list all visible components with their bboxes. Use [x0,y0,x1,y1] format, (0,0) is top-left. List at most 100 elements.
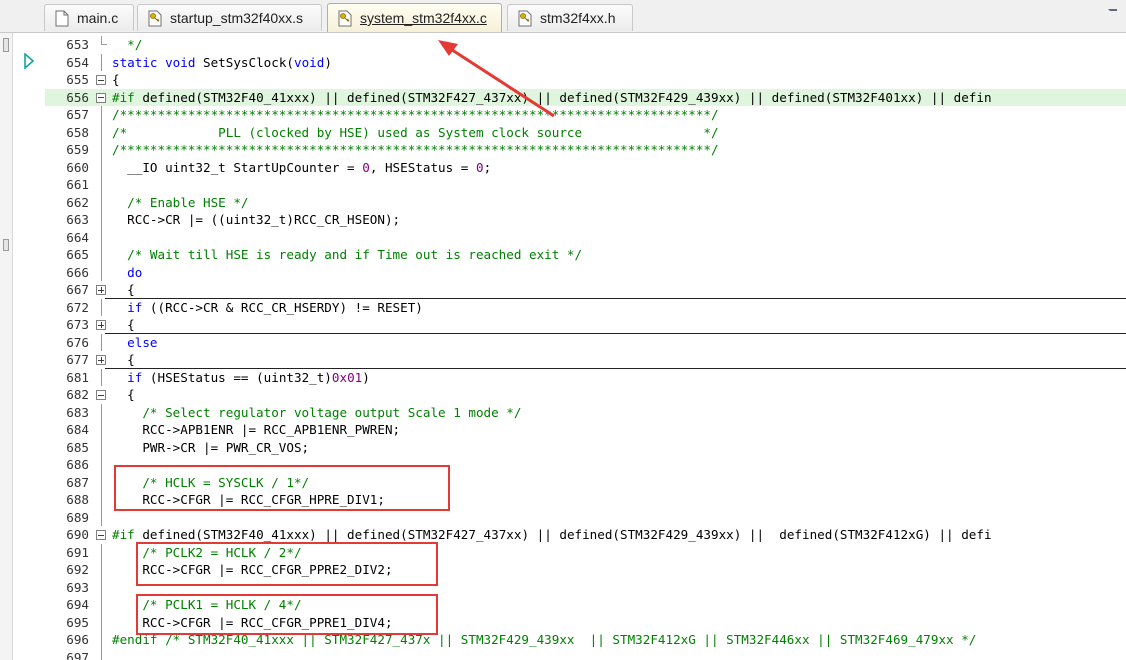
line-number: 682 [66,387,89,402]
margin-marker [3,239,9,251]
c-file-icon [338,10,352,26]
code-line[interactable]: 697 [45,648,1126,660]
code-token: , HSEStatus = [369,159,476,175]
tab-stm32f4xx-h[interactable]: stm32f4xx.h [507,4,633,31]
code-token: 0 [475,159,484,175]
fold-guide [101,648,102,660]
line-number: 653 [66,37,89,52]
tab-startup-s[interactable]: startup_stm32f40xx.s [137,4,322,31]
code-line[interactable]: 667 { [45,281,1126,299]
collapse-fold-icon[interactable] [96,75,106,85]
code-line[interactable]: 690 #if defined(STM32F40_41xxx) || define… [45,526,1126,544]
code-line[interactable]: 654 static void SetSysClock(void) [45,53,1126,71]
code-line[interactable]: 684 RCC->APB1ENR |= RCC_APB1ENR_PWREN; [45,421,1126,439]
collapse-fold-icon[interactable] [96,390,106,400]
code-token: /* Enable HSE */ [112,194,249,210]
code-line[interactable]: 685 PWR->CR |= PWR_CR_VOS; [45,438,1126,457]
code-text: RCC->APB1ENR |= RCC_APB1ENR_PWREN; [112,421,400,439]
expand-fold-icon[interactable] [96,285,106,295]
code-line[interactable]: 676 else [45,333,1126,351]
code-token: 0 [362,159,370,175]
code-text: /* PLL (clocked by HSE) used as System c… [112,124,719,142]
code-line[interactable]: 664 [45,228,1126,246]
code-token: do [112,264,143,280]
code-token: /* Wait till HSE is ready and if Time ou… [112,247,583,262]
fold-guide [101,596,102,614]
collapse-fold-icon[interactable] [96,92,106,103]
code-line[interactable]: 663 RCC->CR |= ((uint32_t)RCC_CR_HSEON); [45,211,1126,229]
fold-guide [101,421,102,439]
tab-main-c[interactable]: main.c [44,4,134,31]
code-text: if (HSEStatus == (uint32_t)0x01) [112,369,370,387]
code-token: 0x01 [331,369,363,385]
code-line[interactable]: 658 /* PLL (clocked by HSE) used as Syste… [45,123,1126,142]
tab-close-icon[interactable] [1108,9,1117,18]
code-line[interactable]: 656 #if defined(STM32F40_41xxx) || define… [45,88,1126,106]
line-number: 660 [66,159,89,175]
fold-guide [101,561,102,579]
code-line[interactable]: 666 do [45,263,1126,281]
fold-guide [101,193,102,211]
line-number: 667 [66,282,89,297]
code-token: RCC->APB1ENR |= RCC_APB1ENR_PWREN; [112,422,401,437]
code-token: defined(STM32F40_41xxx) || defined(STM32… [142,89,992,105]
outline-margin [0,33,13,660]
code-token: /***************************************… [112,107,719,122]
code-line[interactable]: 673 { [45,316,1126,334]
execution-pointer-icon [24,53,34,69]
line-number: 696 [66,632,89,647]
fold-guide [101,613,102,631]
fold-guide [101,333,102,351]
code-token: /* Select regulator voltage output Scale… [112,404,522,420]
fold-guide [101,473,102,491]
code-token: ) [362,369,370,385]
code-line[interactable]: 681 if (HSEStatus == (uint32_t)0x01) [45,368,1126,387]
code-line[interactable]: 683 /* Select regulator voltage output S… [45,403,1126,421]
code-line[interactable]: 682 { [45,386,1126,404]
code-line[interactable]: 665 /* Wait till HSE is ready and if Tim… [45,246,1126,264]
code-token: { [112,317,135,332]
code-line[interactable]: 672 if ((RCC->CR & RCC_CR_HSERDY) != RES… [45,298,1126,316]
line-number: 676 [66,334,89,350]
code-token: PWR->CR |= PWR_CR_VOS; [112,439,310,455]
line-number: 690 [66,527,89,542]
code-line[interactable]: 661 [45,176,1126,194]
code-line[interactable]: 677 { [45,351,1126,369]
fold-end-marker [101,36,107,45]
fold-guide [101,508,102,526]
code-token: { [112,352,135,367]
c-file-icon [55,10,69,26]
code-token: static void [112,54,203,70]
code-line[interactable]: 689 [45,508,1126,526]
fold-guide [101,176,102,194]
fold-guide [101,368,102,386]
code-text: /***************************************… [112,106,719,124]
tab-system-c[interactable]: system_stm32f4xx.c [327,3,502,32]
collapse-fold-icon[interactable] [96,530,106,540]
expand-fold-icon[interactable] [96,355,106,365]
code-line[interactable]: 655 { [45,71,1126,89]
code-text: { [112,351,135,369]
line-number: 677 [66,352,89,367]
breakpoint-column[interactable] [13,33,45,660]
line-number: 664 [66,229,89,245]
code-line[interactable]: 659 /************************************… [45,141,1126,159]
expand-fold-icon[interactable] [96,320,106,330]
code-token: defined(STM32F40_41xxx) || defined(STM32… [142,527,992,542]
annotation-box-pclk1 [136,594,438,635]
code-line[interactable]: 660 __IO uint32_t StartUpCounter = 0, HS… [45,158,1126,176]
fold-guide [101,543,102,561]
fold-guide [101,298,102,316]
code-token: */ [112,37,143,52]
code-line[interactable]: 662 /* Enable HSE */ [45,193,1126,211]
code-token: if [112,299,150,315]
line-number: 657 [66,107,89,122]
code-token: else [112,334,158,350]
asm-file-icon [148,10,162,26]
code-text: RCC->CR |= ((uint32_t)RCC_CR_HSEON); [112,211,400,229]
code-text: PWR->CR |= PWR_CR_VOS; [112,439,309,457]
code-line[interactable]: 657 /************************************… [45,106,1126,124]
fold-guide [101,438,102,456]
fold-guide [101,491,102,509]
code-line[interactable]: 653 */ [45,36,1126,54]
